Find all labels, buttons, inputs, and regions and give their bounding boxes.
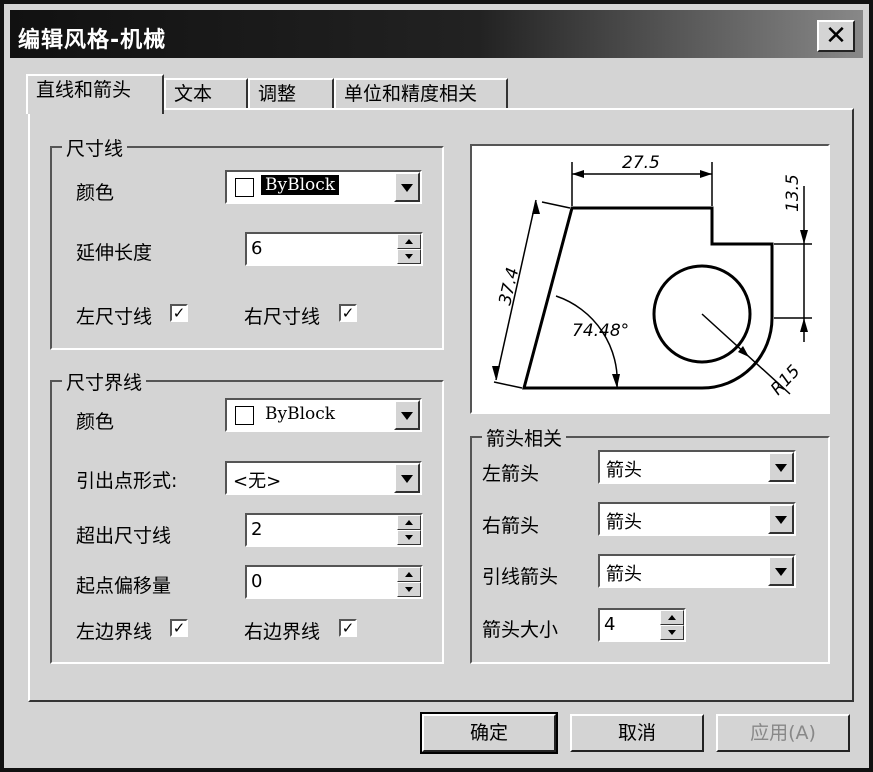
- dim-line-color-label: 颜色: [76, 182, 115, 204]
- style-preview: 27.5 13.5 37.4 74.48° R15: [470, 144, 830, 414]
- right-ext-line-label: 右边界线: [244, 621, 321, 643]
- spin-down-icon[interactable]: [660, 625, 684, 640]
- chevron-down-icon[interactable]: [768, 556, 794, 586]
- beyond-dim-spinner[interactable]: 2: [245, 513, 423, 547]
- ext-line-color-select[interactable]: ByBlock: [225, 398, 422, 432]
- origin-offset-value: 0: [251, 571, 263, 592]
- apply-button[interactable]: 应用(A): [716, 714, 850, 752]
- left-dim-line-label: 左尺寸线: [76, 306, 153, 328]
- arrow-size-label: 箭头大小: [482, 619, 559, 641]
- color-swatch-icon: [235, 178, 254, 197]
- preview-dim-left: 37.4: [495, 266, 523, 307]
- right-dim-line-checkbox[interactable]: ✓: [339, 304, 357, 322]
- spin-up-icon[interactable]: [397, 234, 421, 249]
- spin-down-icon[interactable]: [397, 249, 421, 264]
- ext-line-color-value: ByBlock: [265, 404, 336, 424]
- leader-arrow-label: 引线箭头: [482, 566, 559, 588]
- beyond-dim-value: 2: [251, 519, 263, 540]
- ext-line-group-title: 尺寸界线: [62, 368, 147, 395]
- extend-length-spinner[interactable]: 6: [245, 232, 423, 266]
- extend-length-value: 6: [251, 238, 263, 259]
- tab-lines-arrows[interactable]: 直线和箭头: [26, 74, 164, 114]
- dialog-window: 编辑风格-机械 ✕ 直线和箭头 文本 调整 单位和精度相关 尺寸线 颜色 ByB…: [0, 0, 873, 772]
- dim-line-color-value: ByBlock: [261, 175, 340, 195]
- arrow-size-value: 4: [604, 614, 616, 635]
- leader-arrow-value: 箭头: [606, 564, 642, 585]
- tab-text[interactable]: 文本: [164, 78, 248, 110]
- tab-units-precision[interactable]: 单位和精度相关: [334, 78, 508, 110]
- preview-dim-right: 13.5: [783, 174, 803, 212]
- chevron-down-icon[interactable]: [768, 504, 794, 534]
- preview-drawing: 27.5 13.5 37.4 74.48° R15: [492, 153, 812, 399]
- beyond-dim-label: 超出尺寸线: [76, 525, 172, 547]
- ext-line-color-label: 颜色: [76, 411, 115, 433]
- right-arrow-value: 箭头: [606, 512, 642, 533]
- spin-up-icon[interactable]: [397, 515, 421, 530]
- dimension-lines: [493, 162, 812, 395]
- cancel-button[interactable]: 取消: [570, 714, 704, 752]
- left-dim-line-checkbox[interactable]: ✓: [170, 304, 188, 322]
- spin-down-icon[interactable]: [397, 530, 421, 545]
- left-arrow-value: 箭头: [606, 460, 642, 481]
- dim-line-group-title: 尺寸线: [62, 134, 128, 161]
- preview-dim-angle: 74.48°: [572, 321, 629, 341]
- left-arrow-label: 左箭头: [482, 463, 540, 485]
- origin-style-value: <无>: [233, 471, 282, 492]
- right-ext-line-checkbox[interactable]: ✓: [339, 619, 357, 637]
- spin-up-icon[interactable]: [397, 567, 421, 582]
- origin-style-select[interactable]: <无>: [225, 461, 422, 495]
- dialog-title: 编辑风格-机械: [18, 28, 167, 53]
- ok-button[interactable]: 确定: [420, 712, 558, 754]
- close-button[interactable]: ✕: [817, 20, 855, 52]
- right-dim-line-label: 右尺寸线: [244, 306, 321, 328]
- dim-line-color-select[interactable]: ByBlock: [225, 170, 422, 204]
- preview-dim-radius: R15: [767, 361, 804, 399]
- spin-up-icon[interactable]: [660, 610, 684, 625]
- left-ext-line-checkbox[interactable]: ✓: [170, 619, 188, 637]
- tab-fit[interactable]: 调整: [248, 78, 334, 110]
- left-arrow-select[interactable]: 箭头: [598, 450, 796, 484]
- origin-offset-spinner[interactable]: 0: [245, 565, 423, 599]
- spin-down-icon[interactable]: [397, 582, 421, 597]
- origin-offset-label: 起点偏移量: [76, 575, 172, 597]
- origin-style-label: 引出点形式:: [76, 470, 178, 492]
- chevron-down-icon[interactable]: [394, 172, 420, 202]
- right-arrow-select[interactable]: 箭头: [598, 502, 796, 536]
- preview-dim-top: 27.5: [622, 153, 660, 173]
- leader-arrow-select[interactable]: 箭头: [598, 554, 796, 588]
- chevron-down-icon[interactable]: [394, 400, 420, 430]
- left-ext-line-label: 左边界线: [76, 621, 153, 643]
- chevron-down-icon[interactable]: [768, 452, 794, 482]
- chevron-down-icon[interactable]: [394, 463, 420, 493]
- color-swatch-icon: [235, 406, 254, 425]
- title-bar[interactable]: 编辑风格-机械 ✕: [10, 10, 863, 58]
- arrow-size-spinner[interactable]: 4: [598, 608, 686, 642]
- extend-length-label: 延伸长度: [76, 242, 153, 264]
- arrow-group-title: 箭头相关: [482, 424, 567, 451]
- right-arrow-label: 右箭头: [482, 515, 540, 537]
